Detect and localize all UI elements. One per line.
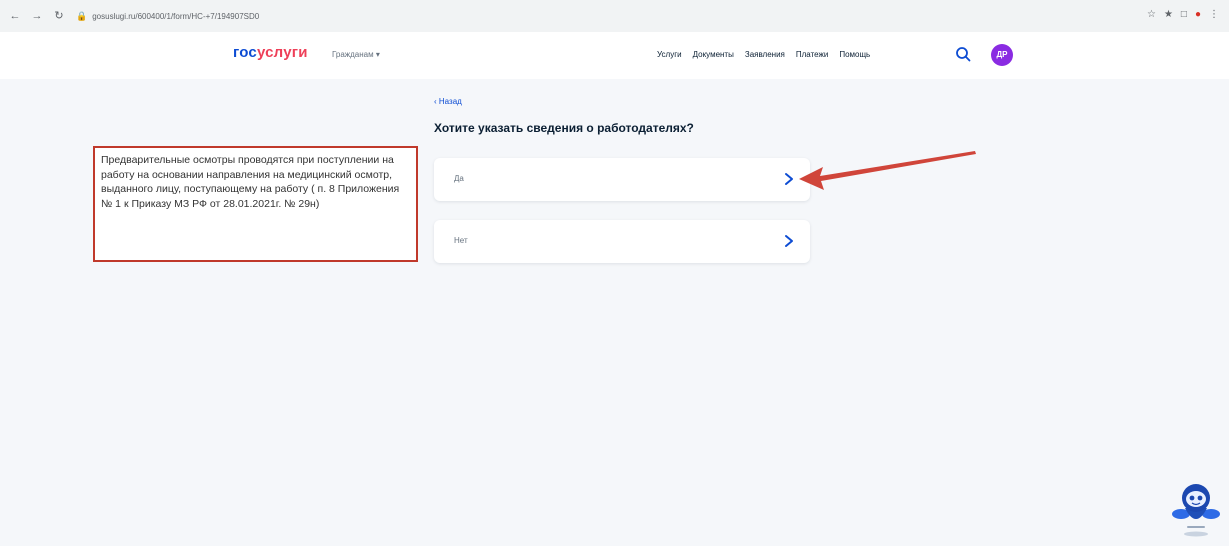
top-nav: Услуги Документы Заявления Платежи Помощ… [657, 50, 870, 59]
nav-item-help[interactable]: Помощь [839, 50, 870, 59]
back-link[interactable]: ‹ Назад [434, 97, 462, 106]
annotation-note-box: Предварительные осмотры проводятся при п… [93, 146, 418, 262]
role-switch-dropdown[interactable]: Гражданам ▾ [332, 50, 380, 59]
nav-item-services[interactable]: Услуги [657, 50, 682, 59]
annotation-arrow-icon [799, 151, 976, 190]
bookmark-star-icon[interactable]: ★ [1164, 9, 1173, 20]
nav-item-documents[interactable]: Документы [693, 50, 734, 59]
chevron-right-icon [785, 235, 793, 247]
site-header: госуслуги Гражданам ▾ Услуги Документы З… [0, 32, 1229, 79]
address-bar[interactable]: 🔒 gosuslugi.ru/600400/1/form/HC-+7/19490… [76, 7, 1226, 25]
logo-part-b: услуги [256, 44, 308, 61]
page-question: Хотите указать сведения о работодателях? [434, 121, 694, 135]
chevron-right-icon [785, 173, 793, 185]
lock-icon: 🔒 [76, 10, 88, 21]
browser-actions: ☆ ★ □ ● ⋮ [1147, 9, 1219, 20]
search-icon[interactable] [955, 46, 971, 62]
gosuslugi-logo[interactable]: госуслуги [233, 44, 308, 61]
option-no-label: Нет [454, 236, 468, 245]
user-avatar[interactable]: ДР [991, 44, 1013, 66]
extension-icon[interactable]: ☆ [1147, 9, 1156, 20]
profile-icon[interactable]: ● [1195, 9, 1201, 20]
browser-toolbar: ← → ↻ 🔒 gosuslugi.ru/600400/1/form/HC-+7… [0, 0, 1229, 33]
nav-item-applications[interactable]: Заявления [745, 50, 785, 59]
option-yes-label: Да [454, 174, 464, 183]
browser-menu-icon[interactable]: ⋮ [1209, 9, 1219, 20]
option-no-card[interactable]: Нет [434, 220, 810, 263]
reload-icon[interactable]: ↻ [52, 9, 66, 23]
address-url: gosuslugi.ru/600400/1/form/HC-+7/194907S… [92, 11, 260, 21]
back-arrow-icon[interactable]: ← [8, 9, 22, 23]
nav-item-payments[interactable]: Платежи [796, 50, 828, 59]
logo-part-a: гос [233, 44, 257, 61]
robot-assistant-icon[interactable] [1168, 478, 1224, 538]
tab-search-icon[interactable]: □ [1181, 9, 1187, 20]
forward-arrow-icon[interactable]: → [30, 9, 44, 23]
option-yes-card[interactable]: Да [434, 158, 810, 201]
